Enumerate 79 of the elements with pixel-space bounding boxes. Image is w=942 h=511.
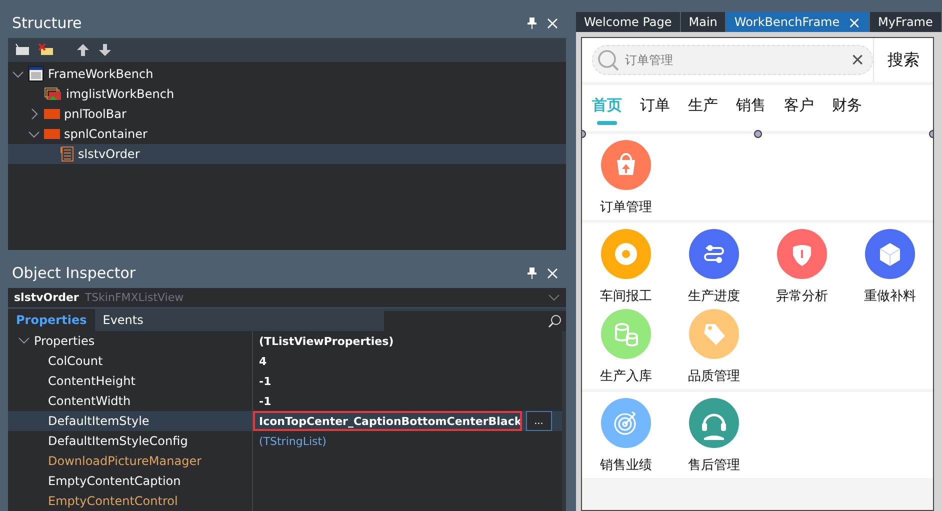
app-icon[interactable] (689, 229, 739, 279)
window-icon (28, 66, 44, 82)
app-label: 生产进度 (688, 288, 740, 305)
app-label: 异常分析 (776, 288, 828, 305)
list-icon (60, 146, 74, 162)
panel-title: Object Inspector (12, 264, 137, 282)
app-icon[interactable] (601, 140, 651, 190)
tree-item[interactable]: slstvOrder (8, 144, 566, 164)
property-row[interactable]: EmptyContentCaption (8, 471, 562, 491)
panel-title: Structure (12, 14, 83, 32)
search-icon (597, 49, 619, 71)
arrow-down-icon (98, 43, 112, 57)
inspector-tab[interactable]: Properties (8, 309, 95, 331)
property-value: -1 (259, 394, 272, 408)
property-name: DefaultItemStyleConfig (48, 434, 188, 448)
editor-tab[interactable]: WorkBenchFrame × (726, 12, 870, 32)
app-label: 销售业绩 (600, 457, 652, 474)
category-tab[interactable]: 客户 (784, 85, 814, 131)
property-name: DownloadPictureManager (48, 454, 202, 468)
editor-tab[interactable]: MyFrame (870, 12, 942, 32)
property-value: (TStringList) (259, 434, 326, 448)
category-tab[interactable]: 生产 (688, 85, 718, 131)
close-icon (547, 268, 558, 278)
property-name: ColCount (48, 354, 103, 368)
property-name: DefaultItemStyle (48, 414, 150, 428)
editor-tab[interactable]: Main (680, 12, 726, 32)
property-row[interactable]: ColCount 4 (8, 351, 562, 371)
pin-icon (527, 267, 537, 279)
property-row[interactable]: DefaultItemStyleConfig (TStringList) (8, 431, 562, 451)
chevron-down-icon (548, 294, 560, 302)
panel-icon (44, 109, 60, 119)
chevron-down-icon (18, 337, 30, 345)
property-name: EmptyContentControl (48, 494, 178, 508)
search-icon (548, 314, 562, 328)
app-label: 品质管理 (688, 368, 740, 385)
filter-field[interactable] (384, 311, 566, 331)
image-list-icon (44, 87, 62, 101)
app-icon[interactable] (777, 229, 827, 279)
category-tab[interactable]: 销售 (736, 85, 766, 131)
app-label: 生产入库 (600, 368, 652, 385)
add-folder-icon (14, 43, 30, 57)
property-row[interactable]: EmptyContentControl (8, 491, 562, 511)
property-value: -1 (259, 374, 272, 388)
close-icon (547, 18, 558, 28)
property-row[interactable]: Properties (TListViewProperties) (8, 331, 562, 351)
property-row[interactable]: ContentHeight -1 (8, 371, 562, 391)
object-name: slstvOrder (14, 291, 79, 304)
category-tab[interactable]: 财务 (832, 85, 862, 131)
app-icon[interactable] (689, 398, 739, 448)
clear-button[interactable]: × (851, 49, 864, 71)
property-name: Properties (34, 334, 95, 348)
tree-item[interactable]: spnlContainer (8, 124, 566, 144)
search-field[interactable]: 订单管理 × (592, 45, 873, 75)
panel-icon (44, 129, 60, 139)
delete-folder-icon (38, 43, 54, 57)
property-name: ContentWidth (48, 394, 131, 408)
tree-item[interactable]: FrameWorkBench (8, 64, 566, 84)
tree-item[interactable]: imglistWorkBench (8, 84, 566, 104)
close-icon[interactable]: × (848, 12, 862, 32)
property-value: 4 (259, 354, 267, 368)
app-label: 重做补料 (864, 288, 916, 305)
property-name: ContentHeight (48, 374, 136, 388)
app-label: 订单管理 (600, 199, 652, 216)
inspector-tab[interactable]: Events (94, 309, 152, 331)
pin-icon (527, 17, 537, 29)
category-tab[interactable]: 订单 (640, 85, 670, 131)
property-value: IconTopCenter_CaptionBottomCenterBlack (259, 414, 522, 428)
tree-item[interactable]: pnlToolBar (8, 104, 566, 124)
object-type: TSkinFMXListView (84, 291, 185, 304)
app-label: 车间报工 (600, 288, 652, 305)
editor-tab[interactable]: Welcome Page (576, 12, 681, 32)
property-name: EmptyContentCaption (48, 474, 181, 488)
property-row[interactable]: DownloadPictureManager (8, 451, 562, 471)
property-value: (TListViewProperties) (259, 334, 394, 348)
ellipsis-button[interactable]: ... (526, 411, 552, 431)
app-icon[interactable] (865, 229, 915, 279)
app-label: 售后管理 (688, 457, 740, 474)
property-row[interactable]: DefaultItemStyle IconTopCenter_CaptionBottomCenterBlack ... (8, 411, 562, 431)
arrow-up-icon (76, 43, 90, 57)
